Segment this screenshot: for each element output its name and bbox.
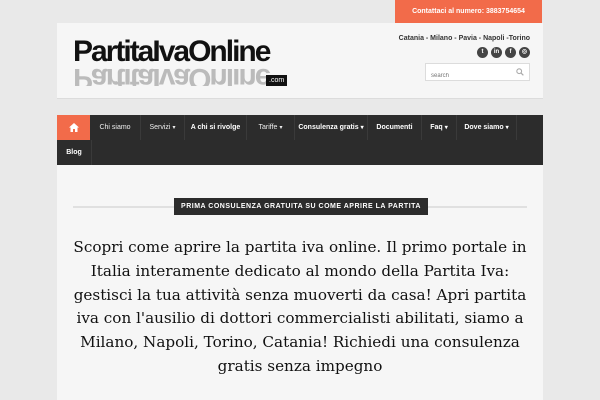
home-icon (68, 122, 79, 132)
section-title: PRIMA CONSULENZA GRATUITA SU COME APRIRE… (174, 198, 428, 215)
nav-item-label: Consulenza gratis (298, 124, 359, 131)
site-header: PartitaIvaOnline PartitaIvaOnline .com C… (57, 23, 543, 99)
nav-item-label: Blog (66, 149, 82, 156)
nav-item-servizi[interactable]: Servizi ▾ (141, 115, 185, 140)
intro-paragraph: Scopri come aprire la partita iva online… (73, 238, 527, 375)
main-content: PRIMA CONSULENZA GRATUITA SU COME APRIRE… (57, 165, 543, 400)
logo-reflection: PartitaIvaOnline (73, 60, 273, 86)
logo-reflection-text: PartitaIvaOnline (73, 62, 270, 86)
nav-item-label: Dove siamo (464, 124, 504, 131)
cities-list: Catania - Milano - Pavia - Napoli -Torin… (398, 35, 530, 42)
nav-item-label: A chi si rivolge (190, 124, 241, 131)
nav-item-label: Servizi (149, 124, 171, 131)
nav-item-blog[interactable]: Blog (57, 140, 92, 165)
top-bar: Contattaci al numero: 3883754654 (0, 0, 600, 23)
nav-item-label: Chi siamo (99, 124, 131, 131)
search-input[interactable] (426, 68, 514, 84)
twitter-icon[interactable]: t (477, 47, 488, 58)
nav-item-tariffe[interactable]: Tariffe ▾ (247, 115, 295, 140)
nav-item-label: Faq (430, 124, 443, 131)
chevron-down-icon: ▾ (444, 125, 448, 131)
instagram-icon[interactable]: ◎ (519, 47, 530, 58)
social-links: t in f ◎ (477, 47, 530, 58)
facebook-icon[interactable]: f (505, 47, 516, 58)
nav-item-documenti[interactable]: Documenti (368, 115, 422, 140)
nav-item-chi-siamo[interactable]: Chi siamo (90, 115, 141, 140)
linkedin-icon[interactable]: in (491, 47, 502, 58)
nav-home[interactable] (57, 115, 90, 140)
nav-item-consulenza-gratis[interactable]: Consulenza gratis ▾ (295, 115, 368, 140)
chevron-down-icon: ▾ (279, 125, 283, 131)
nav-item-label: Documenti (376, 124, 413, 131)
site-logo[interactable]: PartitaIvaOnline PartitaIvaOnline .com (73, 34, 296, 89)
chevron-down-icon: ▾ (505, 125, 509, 131)
logo-suffix: .com (266, 75, 288, 86)
nav-item-dove-siamo[interactable]: Dove siamo ▾ (457, 115, 517, 140)
chevron-down-icon: ▾ (172, 125, 176, 131)
nav-item-a-chi-si-rivolge[interactable]: A chi si rivolge (185, 115, 247, 140)
chevron-down-icon: ▾ (360, 125, 364, 131)
search-box (425, 63, 530, 84)
main-nav: Chi siamo Servizi ▾ A chi si rivolge Tari… (57, 115, 543, 165)
contact-phone-link[interactable]: Contattaci al numero: 3883754654 (395, 0, 542, 23)
search-icon[interactable] (516, 68, 524, 76)
nav-item-label: Tariffe (258, 124, 278, 131)
nav-item-faq[interactable]: Faq ▾ (422, 115, 457, 140)
